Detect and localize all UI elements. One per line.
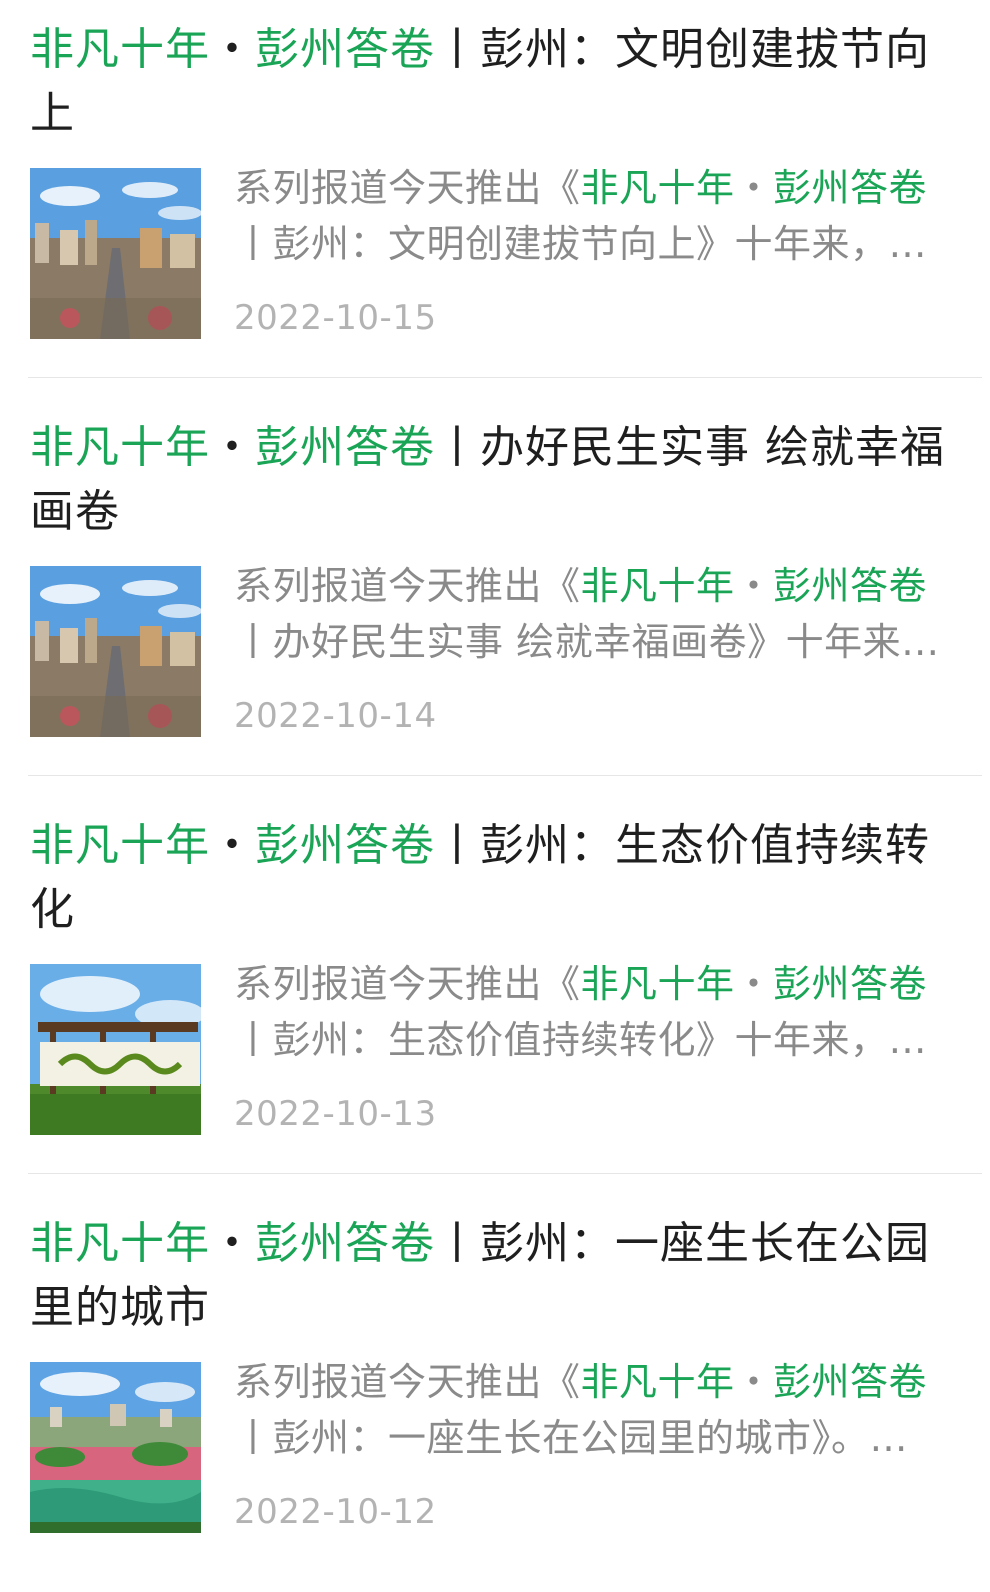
summary-highlight: 非凡十年 bbox=[580, 1360, 735, 1404]
article-summary: 系列报道今天推出《非凡十年・彭州答卷丨彭州：生态价值持续转化》十年来，… bbox=[234, 956, 964, 1068]
article-title[interactable]: 非凡十年・彭州答卷丨彭州：一座生长在公园里的城市 bbox=[30, 1212, 965, 1340]
article-list: 非凡十年・彭州答卷丨彭州：文明创建拔节向上 系列报道今天推出《非凡十年・彭州答卷… bbox=[0, 0, 990, 1580]
article-date: 2022-10-15 bbox=[234, 298, 437, 338]
article-date: 2022-10-12 bbox=[234, 1492, 437, 1532]
article-title[interactable]: 非凡十年・彭州答卷丨彭州：文明创建拔节向上 bbox=[30, 18, 965, 146]
article-summary: 系列报道今天推出《非凡十年・彭州答卷丨彭州：一座生长在公园里的城市》。… bbox=[234, 1354, 964, 1466]
article-date: 2022-10-14 bbox=[234, 696, 437, 736]
article-summary: 系列报道今天推出《非凡十年・彭州答卷丨办好民生实事 绘就幸福画卷》十年来… bbox=[234, 558, 964, 670]
summary-text: 丨办好民生实事 绘就幸福画卷》十年来… bbox=[234, 620, 940, 664]
summary-prefix: 系列报道今天推出《 bbox=[234, 962, 581, 1006]
divider bbox=[28, 1173, 982, 1174]
summary-separator: ・ bbox=[734, 564, 774, 608]
title-highlight: 非凡十年 bbox=[30, 1218, 210, 1269]
summary-separator: ・ bbox=[734, 1360, 774, 1404]
article-item[interactable]: 非凡十年・彭州答卷丨办好民生实事 绘就幸福画卷 系列报道今天推出《非凡十年・彭州… bbox=[0, 398, 990, 796]
city-aerial-image[interactable] bbox=[30, 566, 201, 737]
article-item[interactable]: 非凡十年・彭州答卷丨彭州：生态价值持续转化 系列报道今天推出《非凡十年・彭州答卷… bbox=[0, 796, 990, 1194]
summary-highlight: 非凡十年 bbox=[580, 166, 735, 210]
title-highlight: 彭州答卷 bbox=[255, 1218, 435, 1269]
article-item[interactable]: 非凡十年・彭州答卷丨彭州：一座生长在公园里的城市 系列报道今天推出《非凡十年・彭… bbox=[0, 1194, 990, 1592]
summary-prefix: 系列报道今天推出《 bbox=[234, 166, 581, 210]
summary-prefix: 系列报道今天推出《 bbox=[234, 1360, 581, 1404]
summary-text: 丨彭州：一座生长在公园里的城市》。… bbox=[234, 1416, 909, 1460]
title-separator: ・ bbox=[210, 820, 255, 871]
summary-separator: ・ bbox=[734, 166, 774, 210]
summary-highlight: 彭州答卷 bbox=[773, 564, 928, 608]
city-aerial-image[interactable] bbox=[30, 168, 201, 339]
summary-highlight: 彭州答卷 bbox=[773, 166, 928, 210]
divider bbox=[28, 377, 982, 378]
article-date: 2022-10-13 bbox=[234, 1094, 437, 1134]
summary-highlight: 非凡十年 bbox=[580, 564, 735, 608]
article-summary: 系列报道今天推出《非凡十年・彭州答卷丨彭州：文明创建拔节向上》十年来，… bbox=[234, 160, 964, 272]
summary-prefix: 系列报道今天推出《 bbox=[234, 564, 581, 608]
summary-separator: ・ bbox=[734, 962, 774, 1006]
article-title[interactable]: 非凡十年・彭州答卷丨彭州：生态价值持续转化 bbox=[30, 814, 965, 942]
title-highlight: 非凡十年 bbox=[30, 24, 210, 75]
title-highlight: 彭州答卷 bbox=[255, 422, 435, 473]
article-item[interactable]: 非凡十年・彭州答卷丨彭州：文明创建拔节向上 系列报道今天推出《非凡十年・彭州答卷… bbox=[0, 0, 990, 398]
rural-signboard-image[interactable] bbox=[30, 964, 201, 1135]
article-title[interactable]: 非凡十年・彭州答卷丨办好民生实事 绘就幸福画卷 bbox=[30, 416, 965, 544]
summary-text: 丨彭州：生态价值持续转化》十年来，… bbox=[234, 1018, 928, 1062]
title-highlight: 非凡十年 bbox=[30, 422, 210, 473]
summary-text: 丨彭州：文明创建拔节向上》十年来，… bbox=[234, 222, 928, 266]
title-highlight: 非凡十年 bbox=[30, 820, 210, 871]
title-separator: ・ bbox=[210, 422, 255, 473]
summary-highlight: 彭州答卷 bbox=[773, 962, 928, 1006]
title-highlight: 彭州答卷 bbox=[255, 24, 435, 75]
title-separator: ・ bbox=[210, 1218, 255, 1269]
summary-highlight: 彭州答卷 bbox=[773, 1360, 928, 1404]
title-separator: ・ bbox=[210, 24, 255, 75]
park-lake-image[interactable] bbox=[30, 1362, 201, 1533]
summary-highlight: 非凡十年 bbox=[580, 962, 735, 1006]
divider bbox=[28, 775, 982, 776]
title-highlight: 彭州答卷 bbox=[255, 820, 435, 871]
